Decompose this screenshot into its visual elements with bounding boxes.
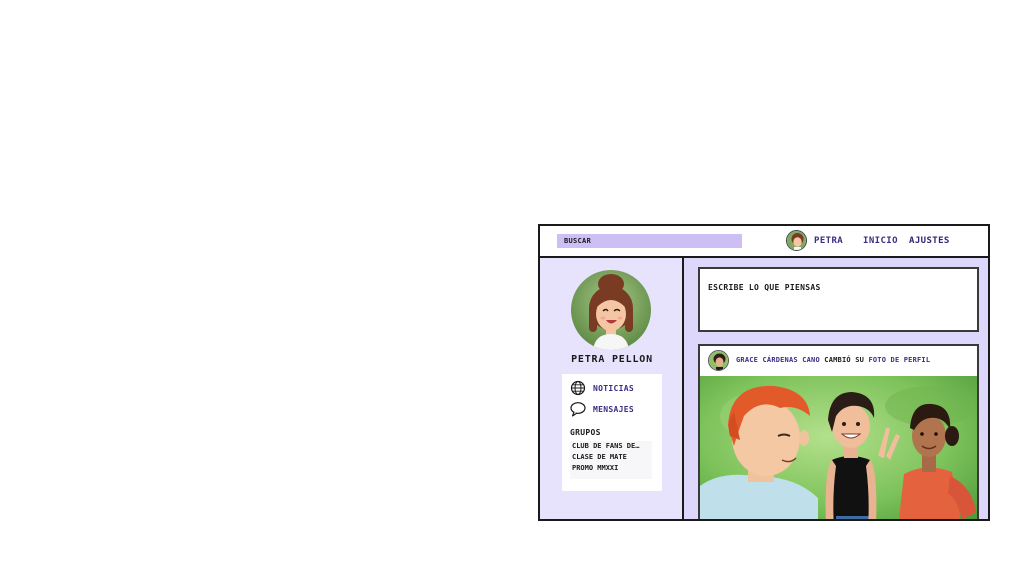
top-navigation-bar: BUSCAR PETRA INICIO AJUSTES <box>540 226 988 258</box>
sidebar-menu: NOTICIAS MENSAJES GRUPOS CLUB DE FANS DE… <box>562 374 662 491</box>
nav-settings-link[interactable]: AJUSTES <box>909 236 950 246</box>
post-object-link[interactable]: FOTO DE PERFIL <box>868 356 930 364</box>
social-app-window: BUSCAR PETRA INICIO AJUSTES PETRA PELLON… <box>538 224 990 521</box>
groups-list: CLUB DE FANS DE… CLASE DE MATE PROMO MMX… <box>570 441 652 479</box>
sidebar-item-label: MENSAJES <box>593 404 634 414</box>
sidebar-item-mensajes[interactable]: MENSAJES <box>570 401 634 417</box>
speech-bubble-icon <box>570 402 586 417</box>
group-item[interactable]: CLASE DE MATE <box>570 452 652 463</box>
post-author-avatar[interactable] <box>708 350 729 371</box>
post-photo[interactable] <box>700 376 979 521</box>
left-sidebar: PETRA PELLON NOTICIAS MENSAJES GRUPOS CL… <box>540 258 684 519</box>
nav-user-link[interactable]: PETRA <box>814 236 843 246</box>
search-input[interactable]: BUSCAR <box>557 234 742 248</box>
post-action-text: CAMBIÓ SU <box>824 356 865 364</box>
composer-placeholder: ESCRIBE LO QUE PIENSAS <box>708 283 821 292</box>
groups-heading: GRUPOS <box>570 428 601 437</box>
nav-home-link[interactable]: INICIO <box>863 236 898 246</box>
globe-icon <box>570 380 586 396</box>
profile-name: PETRA PELLON <box>571 354 653 365</box>
post-author-link[interactable]: GRACE CÁRDENAS CANO <box>736 356 820 364</box>
user-avatar-illustration <box>787 231 806 250</box>
post-activity-text: GRACE CÁRDENAS CANO CAMBIÓ SU FOTO DE PE… <box>736 356 930 364</box>
sidebar-item-noticias[interactable]: NOTICIAS <box>570 380 634 396</box>
main-feed: ESCRIBE LO QUE PIENSAS GRACE CÁRDENAS CA… <box>686 258 988 521</box>
group-item[interactable]: PROMO MMXXI <box>570 463 652 474</box>
profile-portrait <box>571 270 651 350</box>
user-avatar[interactable] <box>786 230 807 251</box>
group-item[interactable]: CLUB DE FANS DE… <box>570 441 652 452</box>
feed-post: GRACE CÁRDENAS CANO CAMBIÓ SU FOTO DE PE… <box>698 344 979 521</box>
sidebar-item-label: NOTICIAS <box>593 383 634 393</box>
post-header: GRACE CÁRDENAS CANO CAMBIÓ SU FOTO DE PE… <box>700 346 977 376</box>
post-author-avatar-illustration <box>709 351 728 370</box>
profile-avatar[interactable] <box>571 270 651 350</box>
post-composer-input[interactable]: ESCRIBE LO QUE PIENSAS <box>698 267 979 332</box>
